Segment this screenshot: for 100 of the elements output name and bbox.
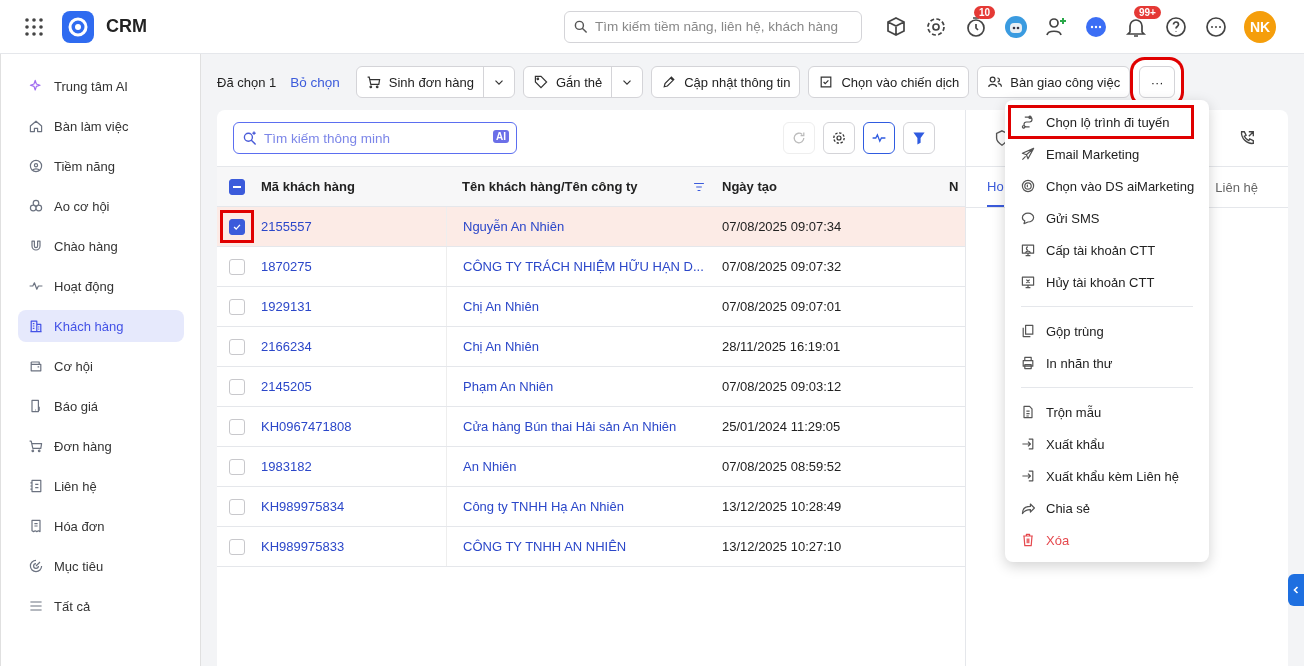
phone-icon[interactable]: [1238, 129, 1256, 147]
customer-code-link[interactable]: 2166234: [261, 339, 312, 354]
apps-grid-icon[interactable]: [24, 16, 44, 37]
menu-item[interactable]: Chia sẻ: [1005, 492, 1209, 524]
activity-button[interactable]: [863, 122, 895, 154]
customer-name-link[interactable]: Chị An Nhiên: [463, 299, 539, 314]
customer-name-link[interactable]: Chị An Nhiên: [463, 339, 539, 354]
customer-code-link[interactable]: KH989975834: [261, 499, 345, 514]
menu-item[interactable]: Email Marketing: [1005, 138, 1209, 170]
customer-code-link[interactable]: KH0967471808: [261, 419, 352, 434]
sidebar-item[interactable]: Ao cơ hội: [18, 190, 184, 222]
split-button[interactable]: Sinh đơn hàng: [355, 66, 515, 98]
filter-button[interactable]: [903, 122, 935, 154]
toolbar-button[interactable]: Bàn giao công việc: [977, 66, 1131, 98]
sidebar-item[interactable]: Trung tâm AI: [18, 70, 184, 102]
list-icon: [28, 598, 44, 614]
settings-button[interactable]: [823, 122, 855, 154]
search-field[interactable]: Tìm kiếm tiềm năng, liên hệ, khách hàng: [564, 10, 862, 43]
column-header[interactable]: N: [947, 179, 965, 194]
row-checkbox[interactable]: [229, 298, 245, 315]
customer-code-link[interactable]: 1929131: [261, 299, 312, 314]
monitor-user-icon: [1020, 242, 1036, 258]
sidebar-item[interactable]: Hoạt động: [18, 270, 184, 302]
button-label: Gắn thẻ: [555, 74, 603, 90]
row-checkbox[interactable]: [229, 538, 245, 555]
menu-item[interactable]: Xóa: [1005, 524, 1209, 556]
menu-item[interactable]: Chọn lộ trình đi tuyến: [1009, 106, 1193, 138]
row-checkbox[interactable]: [229, 458, 245, 475]
cart-icon: [28, 438, 44, 454]
sidebar-item[interactable]: Báo giá: [18, 390, 184, 422]
column-header[interactable]: Tên khách hàng/Tên công ty: [462, 179, 638, 194]
customer-name-link[interactable]: Công ty TNHH Hạ An Nhiên: [463, 499, 624, 514]
customer-name-link[interactable]: Nguyễn An Nhiên: [463, 219, 565, 234]
menu-item[interactable]: Xuất khẩu kèm Liên hệ: [1005, 460, 1209, 492]
toolbar-button[interactable]: Cập nhật thông tin: [651, 66, 801, 98]
customer-code-link[interactable]: KH989975833: [261, 539, 345, 554]
contact-book-icon: [28, 478, 44, 494]
clear-selection-link[interactable]: Bỏ chọn: [290, 74, 340, 90]
sidebar-item[interactable]: Mục tiêu: [18, 550, 184, 582]
row-checkbox[interactable]: [229, 258, 245, 275]
panel-tab[interactable]: Ho: [987, 167, 1004, 207]
menu-item[interactable]: Gửi SMS: [1005, 202, 1209, 234]
sidebar-item[interactable]: Cơ hội: [18, 350, 184, 382]
sidebar-item[interactable]: Tất cả: [18, 590, 184, 622]
customer-code-link[interactable]: 2155557: [261, 219, 312, 234]
row-checkbox[interactable]: [229, 378, 245, 395]
row-checkbox[interactable]: [229, 498, 245, 515]
sidebar-item[interactable]: Tiềm năng: [18, 150, 184, 182]
column-header[interactable]: Mã khách hàng: [257, 179, 446, 194]
search-icon: [242, 130, 258, 146]
users-icon: [987, 74, 1004, 90]
column-header[interactable]: Ngày tạo: [722, 179, 947, 194]
filter-icon: [911, 130, 927, 146]
menu-item[interactable]: Chọn vào DS aiMarketing: [1005, 170, 1209, 202]
table-cell-text: 07/08/2025 09:07:34: [722, 219, 843, 234]
ai-badge: AI: [493, 130, 509, 143]
row-checkbox[interactable]: [229, 338, 245, 355]
select-all-checkbox[interactable]: [229, 178, 245, 195]
export-icon: [1020, 436, 1036, 452]
customer-code-link[interactable]: 1870275: [261, 259, 312, 274]
robot-avatar-icon[interactable]: [1004, 14, 1028, 39]
table-cell-text: 07/08/2025 09:03:12: [722, 379, 843, 394]
paper-plane-icon: [1020, 146, 1036, 162]
customer-name-link[interactable]: CÔNG TY TNHH AN NHIÊN: [463, 539, 627, 554]
menu-item[interactable]: Hủy tài khoản CTT: [1005, 266, 1209, 298]
panel-tab[interactable]: Liên hệ: [1215, 167, 1258, 207]
table-cell-text: 07/08/2025 08:59:52: [722, 459, 843, 474]
customer-name-link[interactable]: Cửa hàng Bún thai Hải sản An Nhiên: [463, 419, 677, 434]
split-button[interactable]: Gắn thẻ: [522, 66, 644, 98]
sidebar-item[interactable]: Hóa đơn: [18, 510, 184, 542]
sidebar-item[interactable]: Khách hàng: [18, 310, 184, 342]
monitor-x-icon: [1020, 274, 1036, 290]
collapse-tab[interactable]: [1288, 574, 1304, 606]
sidebar-item[interactable]: Chào hàng: [18, 230, 184, 262]
table-cell-text: 28/11/2025 16:19:01: [722, 339, 842, 354]
notification-badge: 99+: [1134, 5, 1161, 19]
home-icon: [28, 118, 44, 134]
menu-item[interactable]: Cấp tài khoản CTT: [1005, 234, 1209, 266]
customer-name-link[interactable]: Phạm An Nhiên: [463, 379, 554, 394]
customer-code-link[interactable]: 1983182: [261, 459, 312, 474]
cube-search-icon[interactable]: [884, 14, 908, 39]
sidebar-item[interactable]: Bàn làm việc: [18, 110, 184, 142]
selected-count: Đã chọn 1: [217, 74, 277, 90]
row-checkbox[interactable]: [229, 418, 245, 435]
menu-item[interactable]: Gộp trùng: [1005, 315, 1209, 347]
help-icon[interactable]: [1164, 14, 1188, 39]
menu-item[interactable]: Xuất khẩu: [1005, 428, 1209, 460]
timer-icon[interactable]: [964, 14, 988, 39]
target-icon: [28, 558, 44, 574]
customer-code-link[interactable]: 2145205: [261, 379, 312, 394]
row-checkbox[interactable]: [229, 218, 245, 235]
menu-item[interactable]: In nhãn thư: [1005, 347, 1209, 379]
customer-name-link[interactable]: CÔNG TY TRÁCH NHIỆM HỮU HẠN D...: [463, 259, 704, 274]
menu-item[interactable]: Trộn mẫu: [1005, 396, 1209, 428]
customer-name-link[interactable]: An Nhiên: [463, 459, 517, 474]
sidebar-item[interactable]: Liên hệ: [18, 470, 184, 502]
toolbar-button[interactable]: Chọn vào chiến dịch: [808, 66, 970, 98]
sidebar-item[interactable]: Đơn hàng: [18, 430, 184, 462]
more-icon[interactable]: [1204, 14, 1228, 39]
chat-icon[interactable]: [1084, 14, 1108, 39]
